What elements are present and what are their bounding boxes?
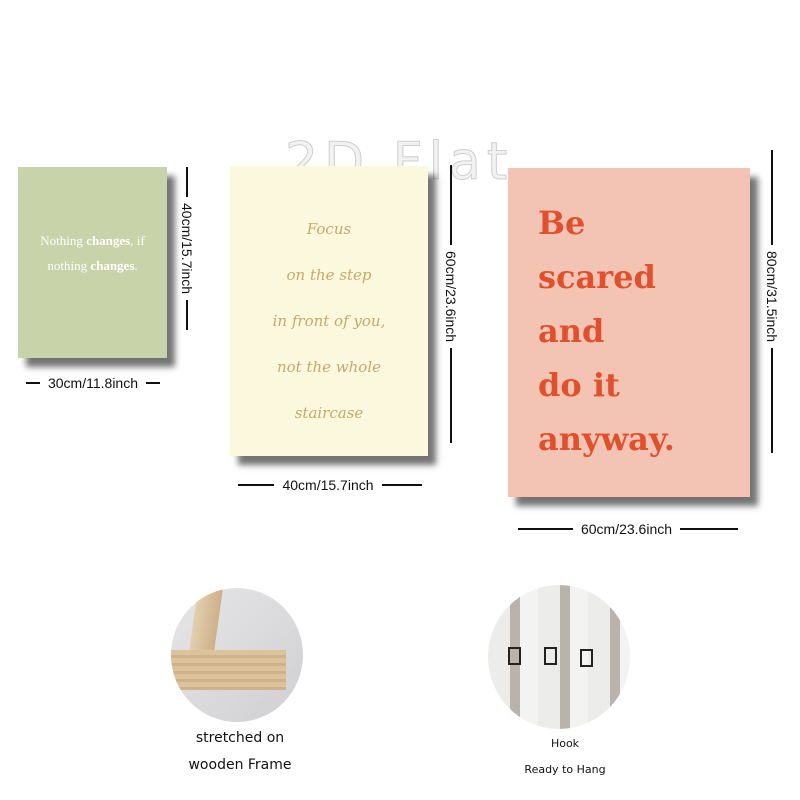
width-dimension-medium: 40cm/15.7inch: [232, 477, 428, 493]
poster-quote-line: not the whole: [276, 358, 382, 376]
height-dimension-medium: 60cm/23.6inch: [443, 165, 459, 457]
frame-caption-line-1: stretched on: [195, 730, 285, 746]
poster-small: Nothing changes, if nothing changes.: [18, 167, 167, 358]
poster-quote-line: and: [538, 312, 605, 350]
wooden-frame-photo: [171, 588, 303, 722]
poster-quote-line: staircase: [294, 404, 364, 422]
height-dimension-large: 80cm/31.5inch: [764, 150, 780, 500]
width-dimension-large: 60cm/23.6inch: [510, 521, 746, 537]
poster-quote-line: Nothing changes, if: [40, 232, 145, 248]
poster-quote-line: Be: [538, 204, 586, 242]
poster-quote-line: anyway.: [538, 420, 675, 458]
width-dimension-small: 30cm/11.8inch: [18, 375, 168, 391]
poster-large: Be scared and do it anyway.: [508, 168, 750, 497]
poster-quote-line: Focus: [306, 220, 352, 238]
hook-caption-line-1: Hook: [550, 737, 580, 750]
poster-quote-line: on the step: [286, 266, 372, 284]
height-dimension-small: 40cm/15.7inch: [179, 167, 195, 342]
poster-quote-line: do it: [538, 366, 620, 404]
poster-quote-line: scared: [538, 258, 656, 296]
hook-caption-line-2: Ready to Hang: [524, 763, 606, 776]
poster-quote-line: nothing changes.: [47, 257, 138, 273]
hook-photo: [488, 585, 630, 729]
poster-medium: Focus on the step in front of you, not t…: [230, 166, 428, 456]
product-image: 2D Flat Nothing changes, if nothing chan…: [0, 0, 800, 800]
frame-caption-line-2: wooden Frame: [188, 757, 292, 773]
poster-quote-line: in front of you,: [272, 312, 386, 330]
